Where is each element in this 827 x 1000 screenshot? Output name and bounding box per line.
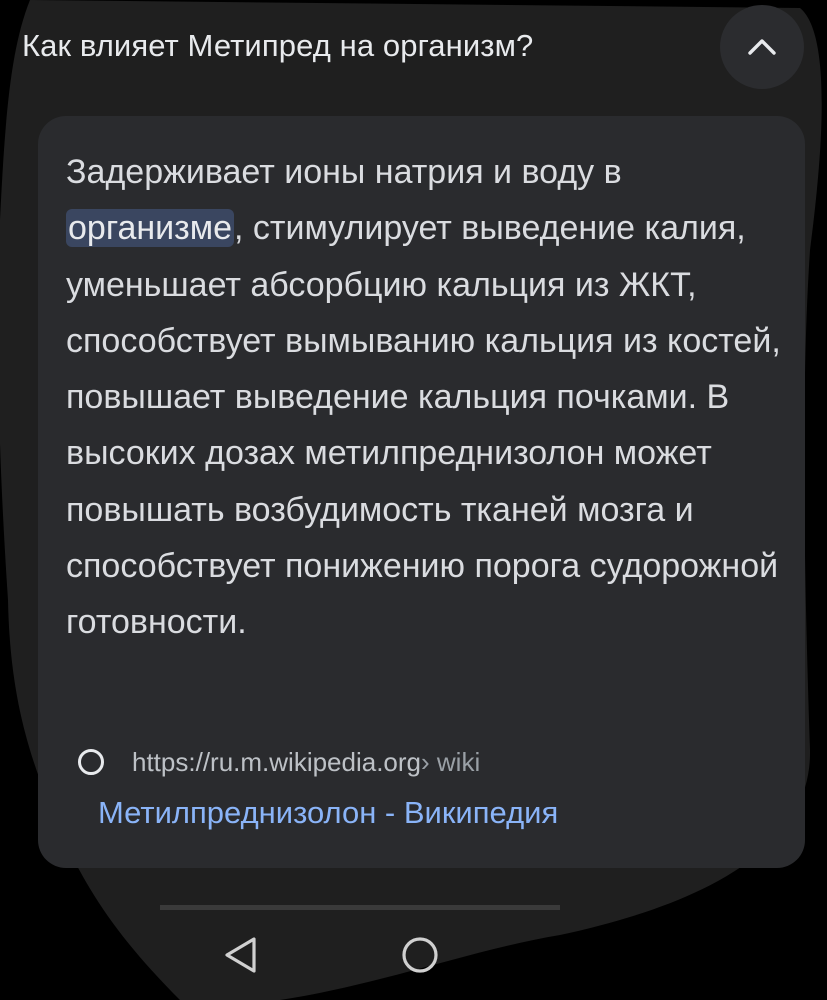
answer-text-before: Задерживает ионы натрия и воду в [66,153,622,191]
screenshot-stage: Как влияет Метипред на организм? Задержи… [0,0,827,1000]
back-triangle-icon[interactable] [225,937,256,973]
chevron-up-icon [748,39,776,55]
source-title-link[interactable]: Метилпреднизолон - Википедия [98,795,558,831]
home-circle-icon[interactable] [402,937,438,973]
answer-text-after: , стимулирует выведение калия, уменьшает… [66,209,781,642]
faq-question[interactable]: Как влияет Метипред на организм? [22,18,533,74]
source-path[interactable]: › wiki [421,747,480,778]
system-nav-bar [160,905,560,973]
source-link-row[interactable]: https://ru.m.wikipedia.org › wiki [78,740,480,784]
answer-text: Задерживает ионы натрия и воду в организ… [66,144,796,651]
collapse-button[interactable] [720,5,804,89]
highlighted-term: организме [66,209,235,248]
source-url[interactable]: https://ru.m.wikipedia.org [132,747,421,778]
wikipedia-globe-icon [78,749,104,775]
